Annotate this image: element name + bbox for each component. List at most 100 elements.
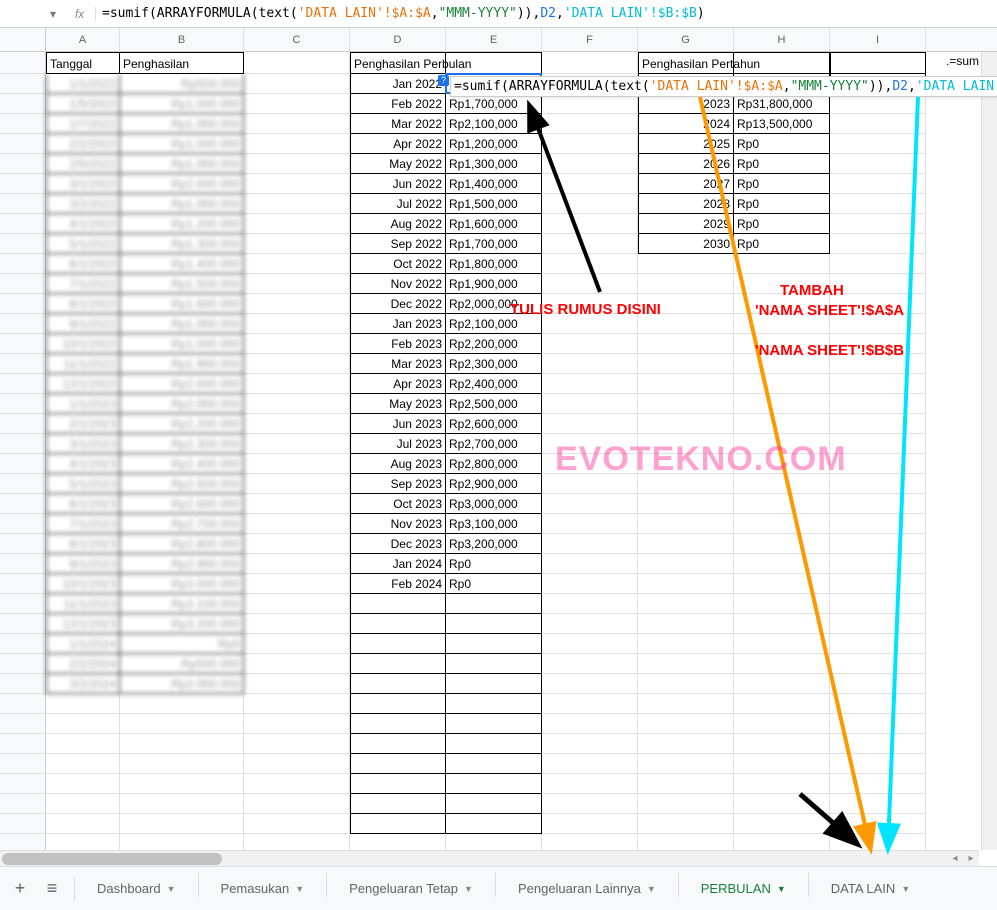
chevron-down-icon[interactable]: ▼ — [167, 884, 176, 894]
cell[interactable] — [734, 494, 830, 514]
cell[interactable] — [830, 514, 926, 534]
cell[interactable]: 2/5/2022 — [46, 154, 120, 174]
hscroll-right-icon[interactable]: ▸ — [963, 851, 979, 867]
cell[interactable] — [244, 52, 350, 74]
cell[interactable] — [830, 414, 926, 434]
row-header[interactable] — [0, 94, 46, 114]
cell[interactable] — [244, 354, 350, 374]
cell[interactable] — [244, 154, 350, 174]
cell[interactable] — [244, 634, 350, 654]
cell[interactable] — [734, 454, 830, 474]
cell[interactable] — [244, 494, 350, 514]
cell[interactable] — [734, 634, 830, 654]
cell[interactable] — [734, 334, 830, 354]
cell[interactable] — [830, 94, 926, 114]
cell[interactable] — [542, 174, 638, 194]
cell[interactable]: 12/1/2023 — [46, 614, 120, 634]
cell[interactable] — [350, 654, 446, 674]
cell[interactable] — [446, 614, 542, 634]
cell[interactable]: Rp1.200.000 — [120, 214, 244, 234]
cell[interactable]: Rp0 — [734, 154, 830, 174]
cell[interactable]: Rp2.300.000 — [120, 434, 244, 454]
cell[interactable] — [830, 554, 926, 574]
sheet-tab-data-lain[interactable]: DATA LAIN▼ — [817, 873, 924, 904]
cell[interactable]: Rp0 — [734, 174, 830, 194]
cell[interactable]: Rp2.000.000 — [120, 374, 244, 394]
cell[interactable]: Rp1.400.000 — [120, 254, 244, 274]
cell[interactable]: May 2022 — [350, 154, 446, 174]
sheet-tab-pemasukan[interactable]: Pemasukan▼ — [207, 873, 319, 904]
cell[interactable]: 4/1/2023 — [46, 454, 120, 474]
vertical-scrollbar[interactable] — [981, 52, 997, 850]
cell[interactable] — [830, 594, 926, 614]
cell[interactable] — [244, 174, 350, 194]
cell[interactable] — [446, 654, 542, 674]
cell[interactable] — [120, 774, 244, 794]
cell[interactable] — [542, 594, 638, 614]
cell[interactable] — [244, 414, 350, 434]
cell[interactable] — [638, 814, 734, 834]
row-header[interactable] — [0, 814, 46, 834]
row-header[interactable] — [0, 334, 46, 354]
cell[interactable] — [638, 274, 734, 294]
cell[interactable] — [638, 394, 734, 414]
cell[interactable] — [244, 374, 350, 394]
cell[interactable] — [542, 694, 638, 714]
cell[interactable] — [830, 434, 926, 454]
cell[interactable] — [830, 314, 926, 334]
cell[interactable] — [734, 554, 830, 574]
row-header[interactable] — [0, 314, 46, 334]
cell[interactable] — [244, 654, 350, 674]
cell[interactable] — [120, 794, 244, 814]
cell[interactable]: Rp2.200.000 — [120, 414, 244, 434]
cell[interactable] — [734, 52, 830, 74]
cell[interactable]: 5/1/2023 — [46, 474, 120, 494]
sheet-tab-pengeluaran-lainnya[interactable]: Pengeluaran Lainnya▼ — [504, 873, 670, 904]
cell[interactable] — [446, 734, 542, 754]
cell[interactable] — [542, 414, 638, 434]
row-header[interactable] — [0, 614, 46, 634]
cell[interactable] — [542, 394, 638, 414]
cell[interactable] — [350, 594, 446, 614]
cell[interactable] — [46, 694, 120, 714]
cell[interactable] — [734, 414, 830, 434]
cell[interactable] — [244, 94, 350, 114]
row-header[interactable] — [0, 554, 46, 574]
cell[interactable]: Rp2.600.000 — [120, 494, 244, 514]
cell[interactable] — [830, 354, 926, 374]
cell[interactable]: Rp3,200,000 — [446, 534, 542, 554]
cell[interactable]: Penghasilan — [120, 52, 244, 74]
cell[interactable]: Rp2.000.000 — [120, 174, 244, 194]
cell[interactable] — [244, 394, 350, 414]
cell[interactable] — [350, 794, 446, 814]
cell[interactable]: 9/1/2022 — [46, 314, 120, 334]
cell[interactable] — [542, 254, 638, 274]
cell[interactable]: 2024 — [638, 114, 734, 134]
cell[interactable] — [46, 714, 120, 734]
cell[interactable] — [638, 714, 734, 734]
cell[interactable] — [734, 354, 830, 374]
cell[interactable] — [446, 594, 542, 614]
cell[interactable]: Rp3,100,000 — [446, 514, 542, 534]
cell[interactable]: Rp2,400,000 — [446, 374, 542, 394]
cell[interactable] — [542, 714, 638, 734]
cell[interactable] — [244, 694, 350, 714]
name-box[interactable] — [4, 12, 50, 16]
cell[interactable]: 7/1/2022 — [46, 274, 120, 294]
formula-input[interactable]: =sumif(ARRAYFORMULA(text('DATA LAIN'!$A:… — [100, 4, 993, 23]
cell[interactable]: Rp1.000.000 — [120, 194, 244, 214]
cell[interactable]: 2/1/2023 — [46, 414, 120, 434]
cell[interactable] — [638, 594, 734, 614]
formula-hint-icon[interactable]: ? — [438, 75, 449, 86]
cell[interactable] — [244, 294, 350, 314]
cell[interactable]: Rp500.000 — [120, 654, 244, 674]
cell[interactable]: Rp1,300,000 — [446, 154, 542, 174]
chevron-down-icon[interactable]: ▼ — [777, 884, 786, 894]
cell[interactable]: Rp2,200,000 — [446, 334, 542, 354]
cell[interactable] — [542, 774, 638, 794]
cell[interactable] — [830, 474, 926, 494]
cell[interactable]: Rp1,700,000 — [446, 94, 542, 114]
cell[interactable]: Jun 2022 — [350, 174, 446, 194]
cell[interactable]: Penghasilan Perbulan — [350, 52, 446, 74]
cell[interactable]: Rp1.000.000 — [120, 114, 244, 134]
